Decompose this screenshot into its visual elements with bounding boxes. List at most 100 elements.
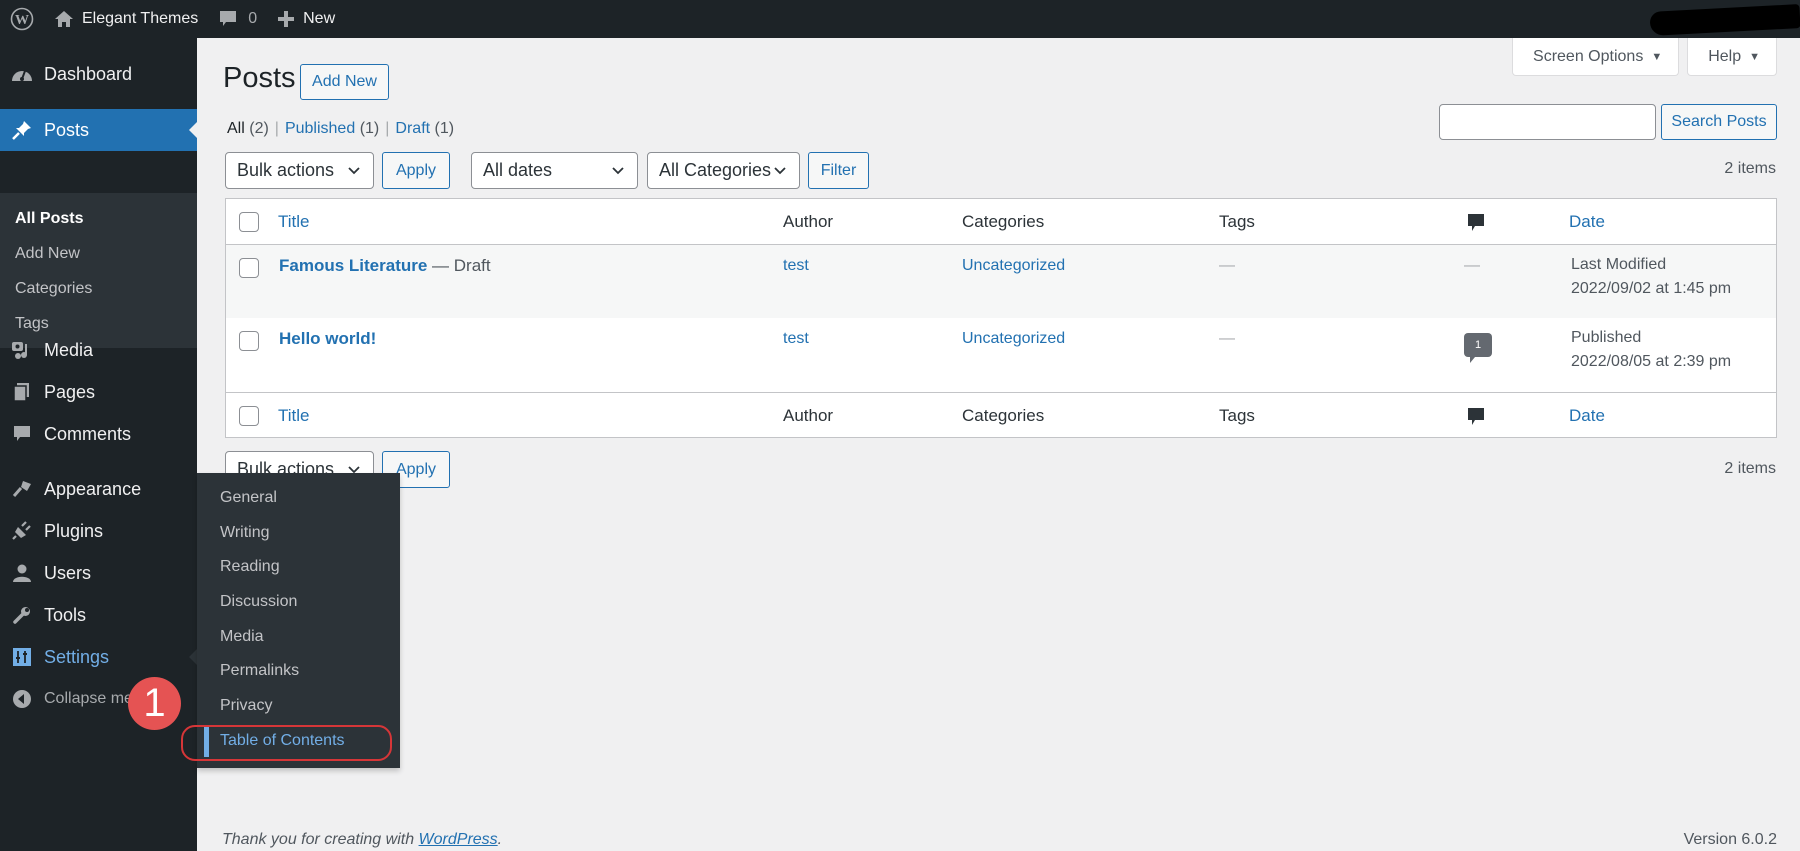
author-link[interactable]: test bbox=[783, 257, 809, 275]
pushpin-icon bbox=[0, 119, 44, 141]
sidebar-item-appearance[interactable]: Appearance bbox=[0, 469, 197, 509]
flyout-item-general[interactable]: General bbox=[197, 481, 400, 516]
post-title-link[interactable]: Famous Literature bbox=[279, 256, 427, 275]
bulk-actions-select-top[interactable]: Bulk actions bbox=[225, 152, 374, 189]
screen-options-button[interactable]: Screen Options ▼ bbox=[1512, 38, 1680, 76]
flyout-item-media[interactable]: Media bbox=[197, 620, 400, 655]
sidebar-item-plugins[interactable]: Plugins bbox=[0, 511, 197, 551]
row-checkbox[interactable] bbox=[239, 258, 259, 278]
admin-sidebar: Dashboard Posts All Posts Add New Catego… bbox=[0, 38, 197, 851]
sidebar-item-dashboard[interactable]: Dashboard bbox=[0, 54, 197, 94]
column-footer-author: Author bbox=[783, 406, 834, 425]
date-cell: Last Modified 2022/09/02 at 1:45 pm bbox=[1571, 253, 1731, 301]
site-name: Elegant Themes bbox=[82, 10, 199, 27]
annotation-step-badge: 1 bbox=[128, 677, 181, 730]
sidebar-item-users[interactable]: Users bbox=[0, 553, 197, 593]
help-button[interactable]: Help ▼ bbox=[1687, 38, 1777, 76]
flyout-item-reading[interactable]: Reading bbox=[197, 550, 400, 585]
media-icon bbox=[0, 340, 44, 360]
post-title-link[interactable]: Hello world! bbox=[279, 329, 376, 348]
flyout-item-permalinks[interactable]: Permalinks bbox=[197, 654, 400, 689]
comment-icon bbox=[0, 424, 44, 444]
add-new-post-button[interactable]: Add New bbox=[300, 64, 389, 100]
pages-icon bbox=[0, 382, 44, 402]
dates-filter-select[interactable]: All dates bbox=[471, 152, 638, 189]
author-link[interactable]: test bbox=[783, 330, 809, 348]
collapse-arrow-icon bbox=[0, 689, 44, 709]
submenu-categories[interactable]: Categories bbox=[0, 271, 197, 306]
sidebar-item-tools[interactable]: Tools bbox=[0, 595, 197, 635]
sidebar-item-posts[interactable]: Posts bbox=[0, 109, 197, 151]
sidebar-item-pages[interactable]: Pages bbox=[0, 372, 197, 412]
new-label: New bbox=[303, 10, 336, 27]
sidebar-item-comments[interactable]: Comments bbox=[0, 414, 197, 454]
table-row: Famous Literature — Draft test Uncategor… bbox=[226, 245, 1776, 318]
admin-bar: W Elegant Themes 0 New bbox=[0, 0, 1800, 38]
flyout-item-writing[interactable]: Writing bbox=[197, 516, 400, 551]
apply-button-top[interactable]: Apply bbox=[382, 152, 450, 189]
flyout-item-discussion[interactable]: Discussion bbox=[197, 585, 400, 620]
table-row: Hello world! test Uncategorized — 1 Publ… bbox=[226, 318, 1776, 392]
table-footer-row: Title Author Categories Tags Date bbox=[226, 392, 1776, 438]
caret-down-icon: ▼ bbox=[1749, 50, 1760, 63]
comments-column-icon[interactable] bbox=[1467, 407, 1485, 432]
date-value: 2022/08/05 at 2:39 pm bbox=[1571, 353, 1732, 370]
wordpress-link[interactable]: WordPress bbox=[419, 831, 498, 848]
screen-meta-links: Screen Options ▼ Help ▼ bbox=[1512, 38, 1777, 76]
table-header-row: Title Author Categories Tags Date bbox=[226, 199, 1776, 245]
caret-down-icon: ▼ bbox=[1651, 50, 1663, 63]
column-header-date[interactable]: Date bbox=[1569, 212, 1605, 232]
wrench-icon bbox=[0, 605, 44, 625]
dashboard-gauge-icon bbox=[0, 65, 44, 83]
chevron-down-icon bbox=[612, 167, 624, 175]
date-status: Published bbox=[1571, 329, 1642, 346]
wordpress-logo-icon[interactable]: W bbox=[0, 0, 44, 38]
new-content-link[interactable]: New bbox=[267, 0, 345, 38]
flyout-item-privacy[interactable]: Privacy bbox=[197, 689, 400, 724]
column-footer-date[interactable]: Date bbox=[1569, 406, 1605, 426]
home-icon bbox=[54, 10, 74, 28]
submenu-all-posts[interactable]: All Posts bbox=[0, 201, 197, 236]
category-link[interactable]: Uncategorized bbox=[962, 257, 1065, 275]
filter-button[interactable]: Filter bbox=[808, 152, 869, 189]
search-posts-button[interactable]: Search Posts bbox=[1661, 104, 1777, 140]
select-all-checkbox-bottom[interactable] bbox=[239, 406, 259, 426]
version-text: Version 6.0.2 bbox=[1683, 831, 1777, 848]
comments-value: — bbox=[1464, 257, 1480, 274]
date-value: 2022/09/02 at 1:45 pm bbox=[1571, 280, 1732, 297]
comment-bubble-icon bbox=[218, 9, 238, 29]
sidebar-item-settings[interactable]: Settings bbox=[0, 637, 197, 677]
comments-column-icon[interactable] bbox=[1467, 213, 1485, 238]
post-status-filters: All (2) | Published (1) | Draft (1) bbox=[227, 120, 455, 137]
comments-link[interactable]: 0 bbox=[208, 0, 267, 38]
filter-published-link[interactable]: Published (1) bbox=[285, 120, 379, 137]
date-cell: Published 2022/08/05 at 2:39 pm bbox=[1571, 326, 1731, 374]
category-link[interactable]: Uncategorized bbox=[962, 330, 1065, 348]
column-header-author: Author bbox=[783, 212, 834, 231]
items-count-top: 2 items bbox=[1724, 160, 1776, 177]
select-all-checkbox[interactable] bbox=[239, 212, 259, 232]
user-icon bbox=[0, 563, 44, 583]
redacted-account-area bbox=[1649, 4, 1800, 36]
column-header-title[interactable]: Title bbox=[278, 212, 310, 232]
column-footer-tags: Tags bbox=[1219, 406, 1255, 425]
column-footer-title[interactable]: Title bbox=[278, 406, 310, 426]
plus-icon bbox=[277, 10, 295, 28]
post-state: — Draft bbox=[427, 256, 491, 275]
svg-text:W: W bbox=[15, 13, 29, 28]
comments-count: 0 bbox=[248, 10, 258, 27]
site-name-link[interactable]: Elegant Themes bbox=[44, 0, 208, 38]
filter-all-link[interactable]: All (2) bbox=[227, 120, 269, 137]
paintbrush-icon bbox=[0, 479, 44, 499]
search-posts-input[interactable] bbox=[1439, 104, 1656, 140]
filter-draft-link[interactable]: Draft (1) bbox=[395, 120, 454, 137]
categories-filter-select[interactable]: All Categories bbox=[647, 152, 800, 189]
comment-count-bubble[interactable]: 1 bbox=[1464, 333, 1492, 363]
row-checkbox[interactable] bbox=[239, 331, 259, 351]
footer-thanks: Thank you for creating with WordPress. bbox=[222, 831, 503, 848]
posts-submenu: All Posts Add New Categories Tags bbox=[0, 193, 197, 348]
annotation-highlight-ring bbox=[181, 725, 392, 761]
sidebar-item-media[interactable]: Media bbox=[0, 330, 197, 370]
submenu-add-new[interactable]: Add New bbox=[0, 236, 197, 271]
column-header-categories: Categories bbox=[962, 212, 1045, 231]
